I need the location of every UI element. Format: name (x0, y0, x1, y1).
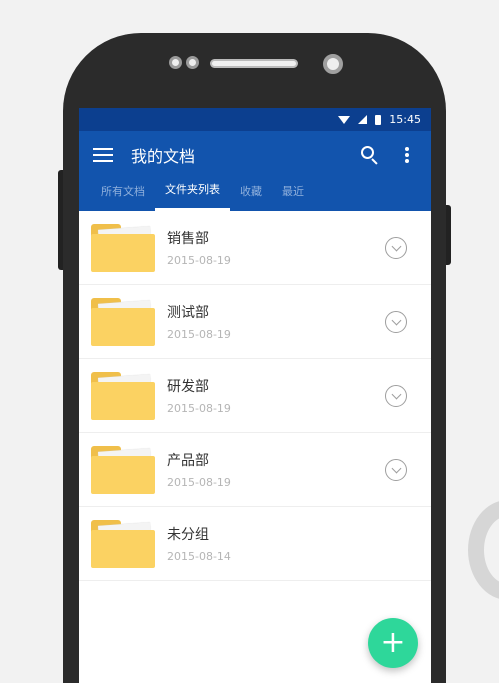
signal-icon (358, 115, 368, 124)
wifi-icon (338, 115, 351, 124)
folder-icon (91, 223, 155, 272)
battery-icon (375, 114, 382, 125)
tab-all-documents[interactable]: 所有文档 (91, 178, 155, 211)
search-icon[interactable] (361, 145, 379, 165)
background-ring-decoration (468, 500, 499, 600)
status-time: 15:45 (389, 113, 421, 126)
sensor-icon (169, 56, 182, 69)
chevron-down-circle-icon[interactable] (385, 311, 407, 333)
tab-favorites[interactable]: 收藏 (230, 178, 272, 211)
app-screen: 15:45 我的文档 所有文档 文件夹列表 收藏 最近 销售部 2015-08-… (79, 108, 431, 683)
folder-date: 2015-08-14 (167, 550, 231, 563)
folder-icon (91, 445, 155, 494)
folder-list: 销售部 2015-08-19 测试部 2015-08-19 研发部 2015-0… (79, 211, 431, 581)
folder-icon (91, 297, 155, 346)
page-title: 我的文档 (131, 146, 196, 166)
tab-recent[interactable]: 最近 (272, 178, 314, 211)
list-item[interactable]: 产品部 2015-08-19 (79, 433, 431, 507)
add-button[interactable]: + (368, 618, 418, 668)
more-vert-icon[interactable] (405, 146, 409, 163)
list-item[interactable]: 研发部 2015-08-19 (79, 359, 431, 433)
front-camera-icon (323, 54, 343, 74)
folder-icon (91, 371, 155, 420)
chevron-down-circle-icon[interactable] (385, 459, 407, 481)
menu-icon[interactable] (93, 147, 113, 162)
list-item-text: 未分组 2015-08-14 (167, 524, 431, 563)
chevron-down-circle-icon[interactable] (385, 237, 407, 259)
list-item[interactable]: 测试部 2015-08-19 (79, 285, 431, 359)
status-bar: 15:45 (79, 108, 431, 131)
folder-icon (91, 519, 155, 568)
list-item[interactable]: 未分组 2015-08-14 (79, 507, 431, 581)
sensor-icon (186, 56, 199, 69)
chevron-down-circle-icon[interactable] (385, 385, 407, 407)
list-item[interactable]: 销售部 2015-08-19 (79, 211, 431, 285)
speaker-grille (210, 59, 298, 68)
app-bar: 我的文档 (79, 131, 431, 178)
tab-folder-list[interactable]: 文件夹列表 (155, 178, 230, 211)
folder-name: 未分组 (167, 527, 209, 543)
stage: 15:45 我的文档 所有文档 文件夹列表 收藏 最近 销售部 2015-08-… (0, 0, 499, 683)
tab-bar: 所有文档 文件夹列表 收藏 最近 (79, 178, 431, 211)
